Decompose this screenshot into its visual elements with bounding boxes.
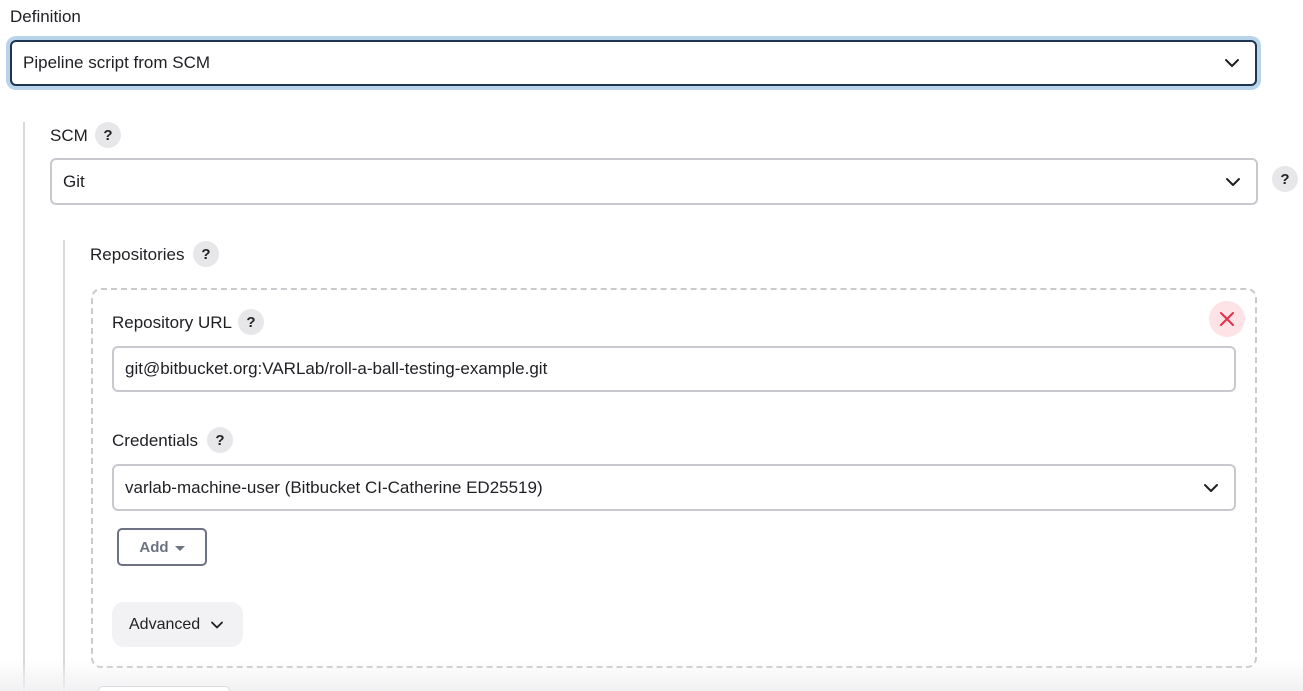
repositories-help-icon[interactable]: ? [193,241,219,267]
add-credentials-label: Add [139,538,169,556]
definition-label: Definition [10,7,81,26]
definition-select-value: Pipeline script from SCM [23,53,211,72]
caret-down-icon [174,545,185,551]
scm-side-help-icon[interactable]: ? [1272,166,1298,192]
chevron-down-icon [1226,177,1240,186]
pipeline-definition-form: Definition Pipeline script from SCM SCM … [0,0,1303,691]
repository-url-value: git@bitbucket.org:VARLab/roll-a-ball-tes… [125,359,548,378]
credentials-select-value: varlab-machine-user (Bitbucket CI-Cather… [125,477,543,497]
credentials-help-icon[interactable]: ? [207,427,233,453]
repository-url-label: Repository URL [112,313,232,332]
definition-select[interactable]: Pipeline script from SCM [10,40,1257,86]
credentials-select[interactable]: varlab-machine-user (Bitbucket CI-Cather… [112,464,1236,511]
chevron-down-icon [1204,483,1218,492]
credentials-label: Credentials [112,431,198,450]
delete-repository-button[interactable] [1209,301,1245,337]
repository-url-input[interactable]: git@bitbucket.org:VARLab/roll-a-ball-tes… [112,346,1236,392]
chevron-down-icon [1225,59,1239,67]
scm-label: SCM [50,126,88,145]
repositories-label: Repositories [90,245,185,264]
advanced-label: Advanced [129,615,201,633]
scm-section-rail [23,122,25,691]
scm-select-value: Git [63,171,85,191]
scm-select[interactable]: Git [50,158,1258,205]
repositories-section-rail [63,240,65,691]
close-icon [1220,312,1234,326]
chevron-down-icon [211,621,224,628]
add-credentials-button[interactable]: Add [117,528,207,566]
scm-help-icon[interactable]: ? [95,122,121,148]
advanced-button[interactable]: Advanced [112,602,243,647]
repository-url-help-icon[interactable]: ? [238,309,264,335]
next-control-partial [98,686,230,691]
